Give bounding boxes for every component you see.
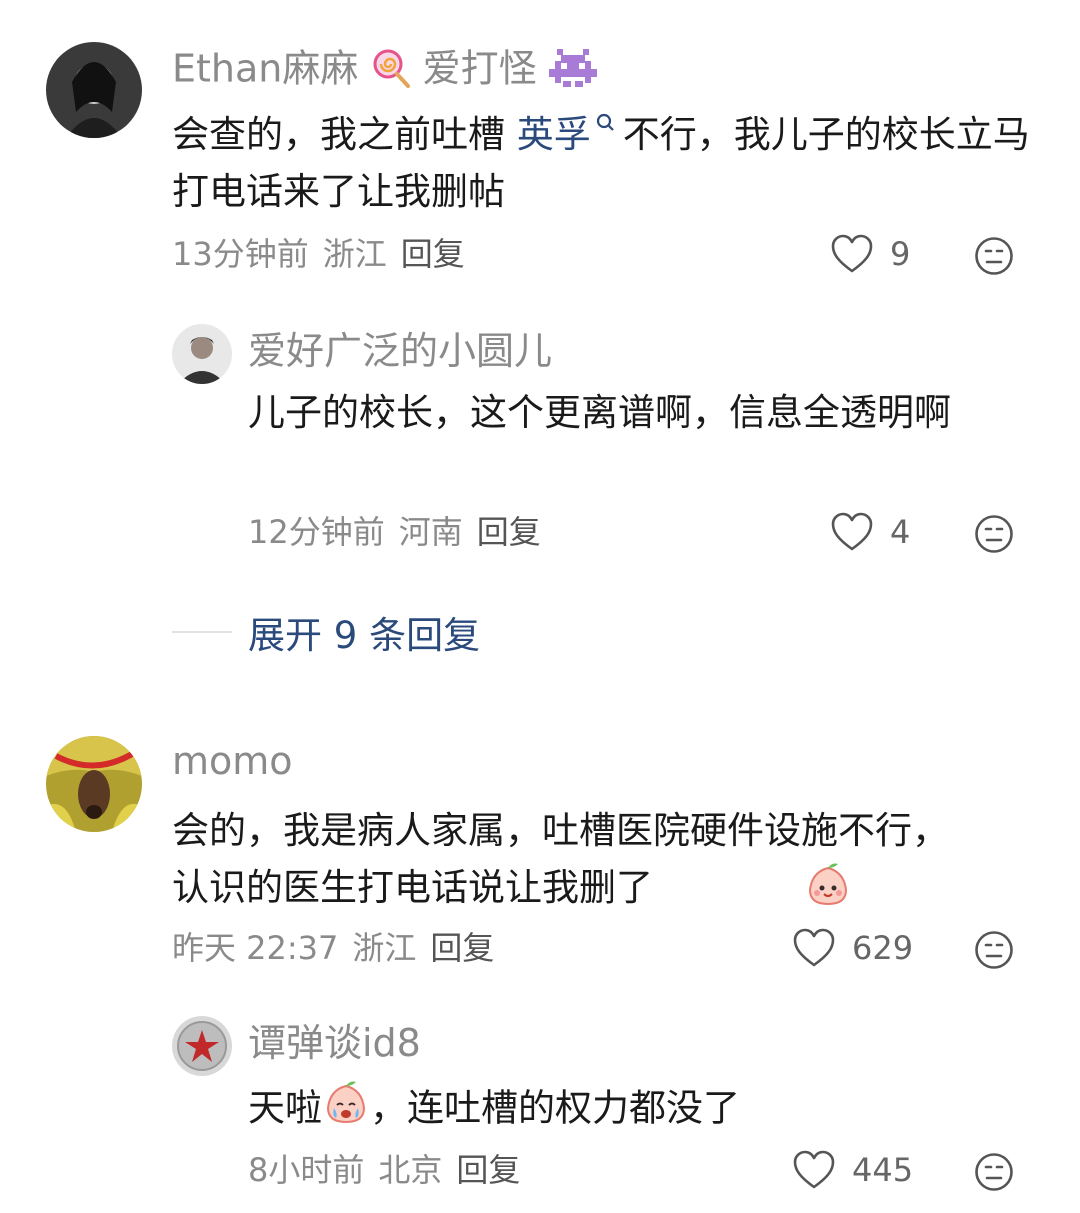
reply-button[interactable]: 回复 (456, 1151, 520, 1189)
peach-smile-emoji (804, 860, 852, 912)
avatar[interactable] (46, 42, 142, 138)
search-link[interactable]: 英孚 (517, 113, 623, 156)
avatar[interactable] (172, 1016, 232, 1076)
commenter-name-suffix: 爱打怪 (422, 46, 537, 91)
like-button[interactable]: 9 (830, 234, 910, 274)
commenter-name[interactable]: 爱好广泛的小圆儿 (248, 332, 552, 370)
comment-time: 8小时前 (248, 1151, 365, 1189)
comment-text: 儿子的校长，这个更离谱啊，信息全透明啊 (248, 391, 951, 434)
comment-meta: 昨天 22:37 浙江 回复 (172, 932, 508, 964)
expand-replies-label: 展开 9 条回复 (248, 614, 481, 657)
heart-outline-icon (831, 234, 873, 273)
like-count: 629 (852, 929, 914, 967)
comment-time: 13分钟前 (172, 235, 309, 273)
heart-outline-icon (793, 928, 835, 967)
expand-replies-button[interactable]: 展开 9 条回复 (172, 605, 480, 659)
comment-location: 浙江 (322, 235, 387, 273)
comment-location: 河南 (398, 513, 463, 551)
comment-text: 会查的，我之前吐槽 英孚 不行，我儿子的校长立马打电话来了让我删帖 (172, 106, 1032, 220)
like-button[interactable]: 629 (792, 928, 913, 968)
comment-time: 昨天 22:37 (172, 929, 339, 967)
commenter-name[interactable]: 谭弹谈id8 (248, 1024, 421, 1062)
like-count: 9 (890, 235, 911, 273)
comment-text-part: ，连吐槽的权力都没了 (370, 1086, 740, 1130)
reply-button[interactable]: 回复 (430, 929, 494, 967)
reply-button[interactable]: 回复 (401, 235, 465, 273)
heart-outline-icon (793, 1150, 835, 1189)
like-count: 4 (890, 513, 911, 551)
meh-face-icon[interactable] (974, 236, 1014, 276)
meh-face-icon[interactable] (974, 930, 1014, 970)
like-button[interactable]: 4 (830, 512, 910, 552)
commenter-name[interactable]: Ethan麻麻 爱打怪 (172, 48, 597, 94)
meh-face-icon[interactable] (974, 1152, 1014, 1192)
comment-meta: 8小时前 北京 回复 (248, 1154, 534, 1186)
space-invader-emoji (548, 49, 597, 93)
comment-meta: 12分钟前 河南 回复 (248, 516, 555, 548)
comment-location: 浙江 (352, 929, 417, 967)
divider-line (172, 631, 232, 633)
commenter-name-text: Ethan麻麻 (172, 46, 359, 91)
comment-meta: 13分钟前 浙江 回复 (172, 238, 479, 270)
like-button[interactable]: 445 (792, 1150, 913, 1190)
search-icon (596, 113, 614, 131)
commenter-name[interactable]: momo (172, 742, 293, 780)
heart-outline-icon (831, 512, 873, 551)
peach-cry-emoji (322, 1078, 370, 1142)
comment-location: 北京 (378, 1151, 443, 1189)
meh-face-icon[interactable] (974, 514, 1014, 554)
lollipop-emoji (370, 48, 411, 94)
like-count: 445 (852, 1151, 914, 1189)
avatar[interactable] (46, 736, 142, 832)
comment-text-part: 天啦 (248, 1086, 322, 1130)
reply-button[interactable]: 回复 (477, 513, 541, 551)
avatar[interactable] (172, 324, 232, 384)
comment-time: 12分钟前 (248, 513, 385, 551)
comment-text: 天啦 ，连吐槽的权力都没了 (248, 1078, 1038, 1142)
search-link-label: 英孚 (516, 113, 591, 156)
comment-text: 会的，我是病人家属，吐槽医院硬件设施不行，认识的医生打电话说让我删了 (172, 809, 949, 909)
comment-text-part: 会查的，我之前吐槽 (172, 113, 505, 156)
